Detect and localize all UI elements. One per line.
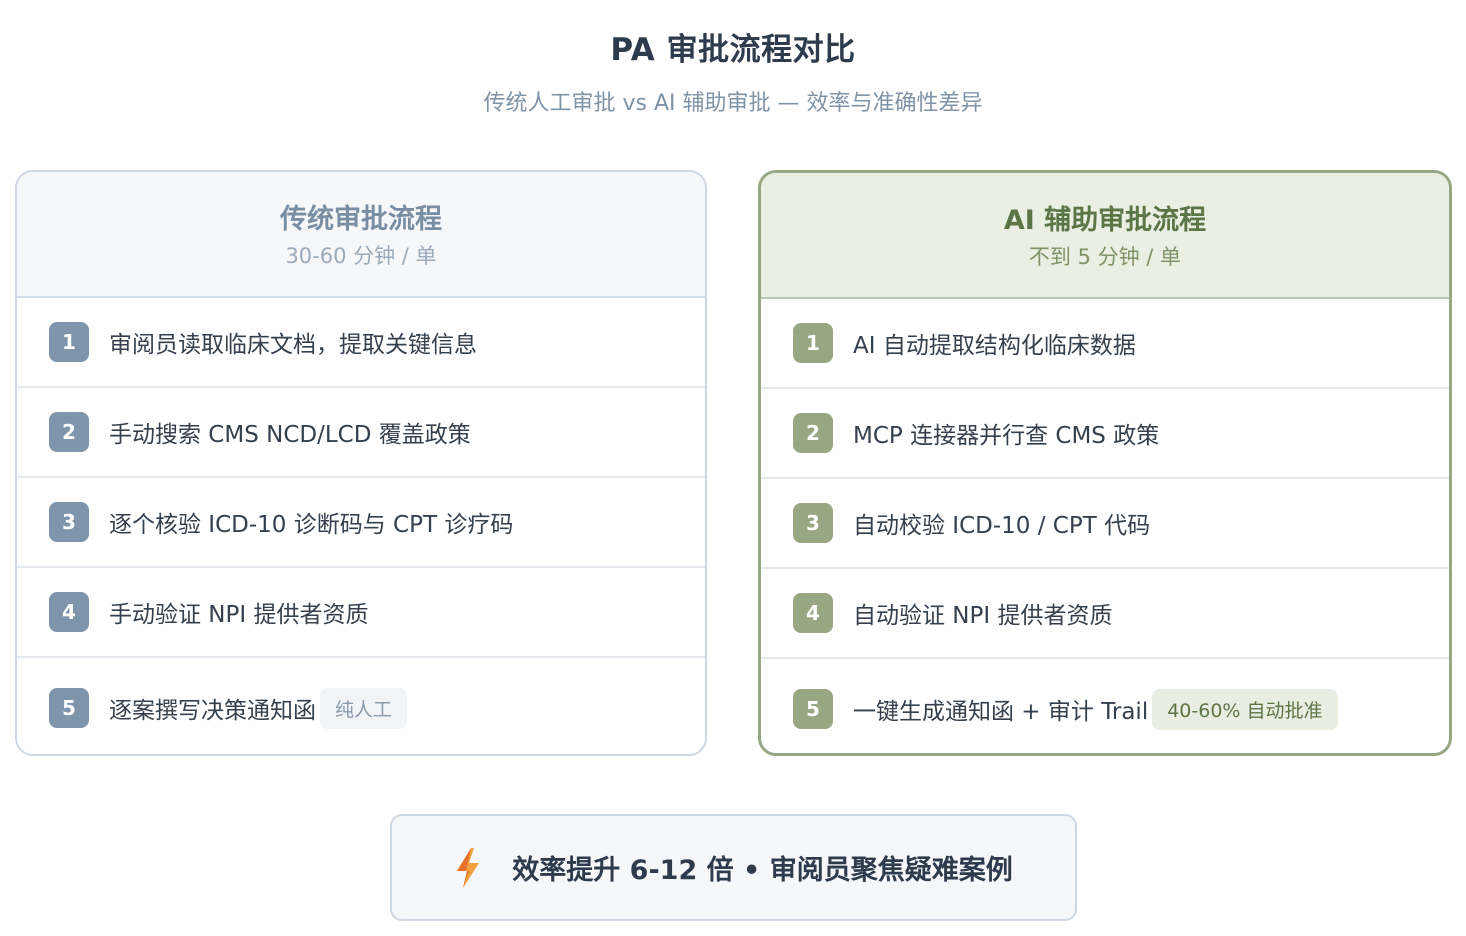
step-text: 自动验证 NPI 提供者资质	[853, 603, 1113, 629]
traditional-step: 3 逐个核验 ICD-10 诊断码与 CPT 诊疗码	[17, 478, 705, 568]
traditional-panel-header: 传统审批流程 30-60 分钟 / 单	[17, 172, 705, 298]
step-text: 逐个核验 ICD-10 诊断码与 CPT 诊疗码	[109, 512, 514, 538]
traditional-step: 1 审阅员读取临床文档，提取关键信息	[17, 298, 705, 388]
traditional-process-panel: 传统审批流程 30-60 分钟 / 单 1 审阅员读取临床文档，提取关键信息 2…	[15, 170, 707, 756]
manual-tag: 纯人工	[320, 687, 408, 729]
ai-panel-header: AI 辅助审批流程 不到 5 分钟 / 单	[761, 173, 1449, 299]
step-text: AI 自动提取结构化临床数据	[853, 333, 1136, 359]
ai-panel-title: AI 辅助审批流程	[1003, 205, 1207, 236]
traditional-panel-duration: 30-60 分钟 / 单	[285, 244, 437, 269]
step-number-badge: 1	[793, 323, 833, 363]
efficiency-summary-text: 效率提升 6-12 倍 • 审阅员聚焦疑难案例	[512, 855, 1013, 886]
ai-steps-list: 1 AI 自动提取结构化临床数据 2 MCP 连接器并行查 CMS 政策 3 自…	[761, 299, 1449, 753]
page-title: PA 审批流程对比	[610, 32, 856, 68]
step-number-badge: 5	[49, 688, 89, 728]
step-number-badge: 4	[49, 592, 89, 632]
step-text: 逐案撰写决策通知函	[109, 698, 316, 724]
traditional-step: 4 手动验证 NPI 提供者资质	[17, 568, 705, 658]
ai-step: 4 自动验证 NPI 提供者资质	[761, 569, 1449, 659]
traditional-step: 5 逐案撰写决策通知函 纯人工	[17, 658, 705, 754]
traditional-steps-list: 1 审阅员读取临床文档，提取关键信息 2 手动搜索 CMS NCD/LCD 覆盖…	[17, 298, 705, 754]
page-subtitle: 传统人工审批 vs AI 辅助审批 — 效率与准确性差异	[483, 91, 983, 116]
step-text: MCP 连接器并行查 CMS 政策	[853, 423, 1160, 449]
step-text: 审阅员读取临床文档，提取关键信息	[109, 332, 477, 358]
ai-panel-duration: 不到 5 分钟 / 单	[1028, 245, 1182, 270]
lightning-icon	[457, 847, 480, 888]
step-number-badge: 5	[793, 689, 833, 729]
auto-approval-tag: 40-60% 自动批准	[1152, 688, 1338, 730]
traditional-step: 2 手动搜索 CMS NCD/LCD 覆盖政策	[17, 388, 705, 478]
step-text: 手动搜索 CMS NCD/LCD 覆盖政策	[109, 422, 471, 448]
ai-step: 1 AI 自动提取结构化临床数据	[761, 299, 1449, 389]
step-number-badge: 4	[793, 593, 833, 633]
step-number-badge: 3	[793, 503, 833, 543]
step-text: 手动验证 NPI 提供者资质	[109, 602, 369, 628]
ai-step: 5 一键生成通知函 + 审计 Trail 40-60% 自动批准	[761, 659, 1449, 753]
step-text: 自动校验 ICD-10 / CPT 代码	[853, 513, 1151, 539]
step-number-badge: 2	[793, 413, 833, 453]
traditional-panel-title: 传统审批流程	[280, 204, 442, 235]
ai-process-panel: AI 辅助审批流程 不到 5 分钟 / 单 1 AI 自动提取结构化临床数据 2…	[758, 170, 1452, 756]
step-number-badge: 2	[49, 412, 89, 452]
ai-step: 2 MCP 连接器并行查 CMS 政策	[761, 389, 1449, 479]
efficiency-summary-box: 效率提升 6-12 倍 • 审阅员聚焦疑难案例	[390, 814, 1077, 921]
step-number-badge: 1	[49, 322, 89, 362]
step-text: 一键生成通知函 + 审计 Trail	[853, 699, 1149, 725]
step-number-badge: 3	[49, 502, 89, 542]
ai-step: 3 自动校验 ICD-10 / CPT 代码	[761, 479, 1449, 569]
